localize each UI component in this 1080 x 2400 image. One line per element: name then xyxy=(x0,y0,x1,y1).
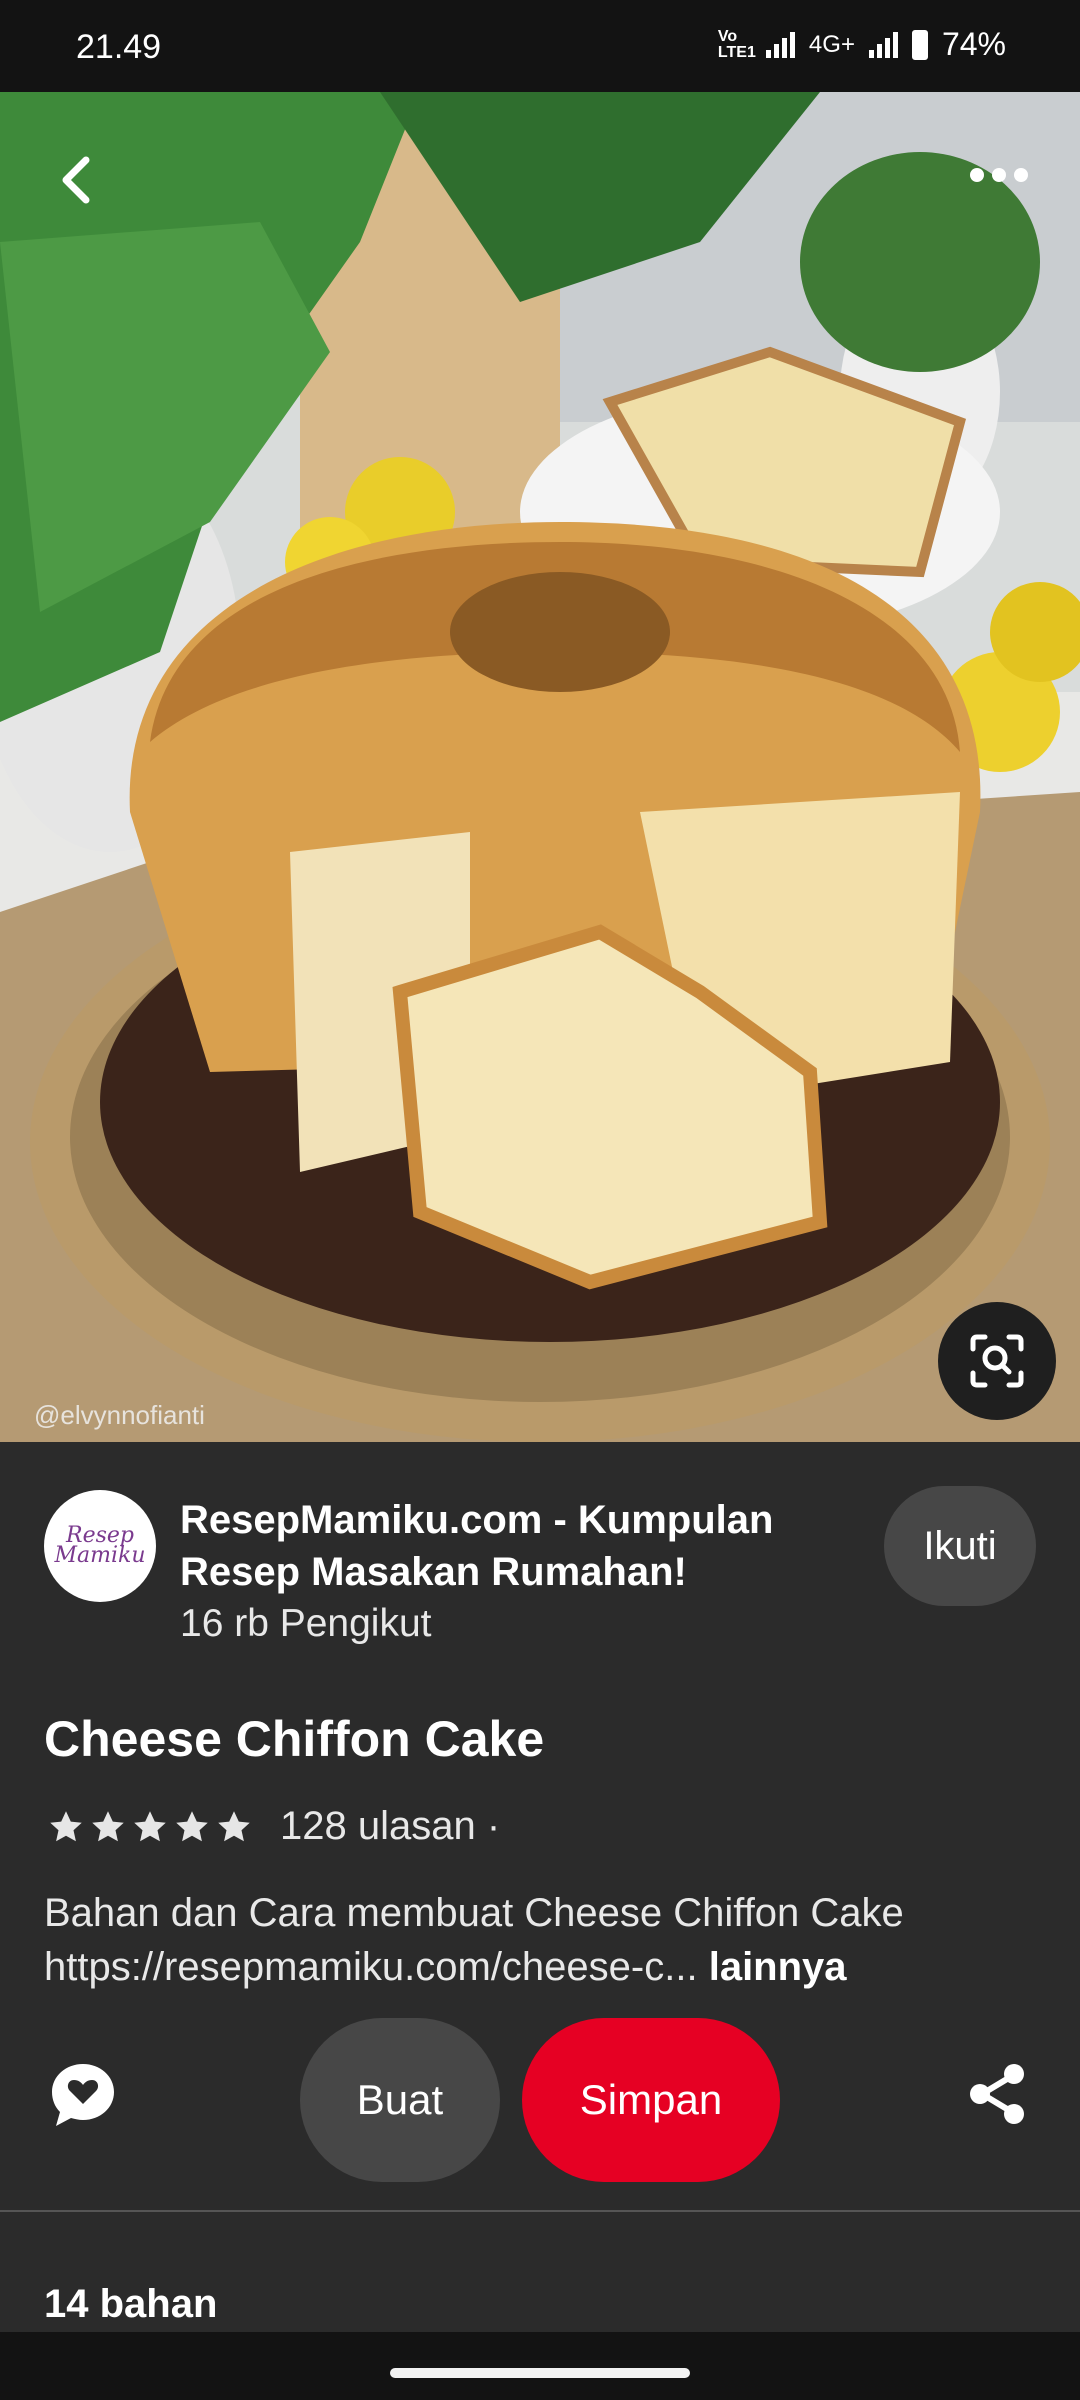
creator-avatar[interactable]: Resep Mamiku xyxy=(44,1490,156,1602)
cake-photo xyxy=(0,92,1080,1442)
network-type: 4G+ xyxy=(808,30,855,58)
status-time: 21.49 xyxy=(76,28,162,66)
battery-level: 74% xyxy=(941,26,1006,62)
home-indicator[interactable] xyxy=(390,2368,690,2378)
image-watermark: @elvynnofianti xyxy=(34,1400,205,1430)
creator-followers: 16 rb Pengikut xyxy=(180,1602,432,1645)
share-button[interactable] xyxy=(966,2062,1030,2126)
navigation-bar xyxy=(0,2332,1080,2400)
star-icon xyxy=(176,1810,208,1841)
comment-button[interactable] xyxy=(48,2060,118,2130)
section-divider xyxy=(0,2210,1080,2212)
follow-button[interactable]: Ikuti xyxy=(884,1486,1036,1606)
make-button[interactable]: Buat xyxy=(300,2018,500,2182)
pin-description: Bahan dan Cara membuat Cheese Chiffon Ca… xyxy=(44,1886,1044,1994)
battery-icon xyxy=(911,29,928,60)
more-options-button[interactable] xyxy=(954,140,1044,210)
star-icon xyxy=(134,1810,166,1841)
share-icon xyxy=(970,2064,1024,2124)
back-button[interactable] xyxy=(36,140,116,220)
rating-row[interactable]: 128 ulasan · xyxy=(48,1804,500,1849)
avatar-logo-text: Resep Mamiku xyxy=(54,1523,146,1568)
signal-icon xyxy=(765,31,795,58)
chevron-left-icon xyxy=(62,156,90,204)
pin-details: Resep Mamiku ResepMamiku.com - Kumpulan … xyxy=(0,1442,1080,2332)
star-icon xyxy=(50,1810,82,1841)
status-icons: Vo LTE1 4G+ 74% xyxy=(718,26,1006,63)
star-icon xyxy=(92,1810,124,1841)
review-count: 128 ulasan · xyxy=(280,1804,501,1848)
heart-bubble-icon xyxy=(52,2064,114,2126)
ingredients-count[interactable]: 14 bahan xyxy=(44,2282,217,2327)
visual-search-icon xyxy=(970,1334,1024,1388)
star-icon xyxy=(218,1810,250,1841)
visual-search-button[interactable] xyxy=(938,1302,1056,1420)
volte-indicator: Vo LTE1 xyxy=(717,27,756,61)
creator-name[interactable]: ResepMamiku.com - Kumpulan Resep Masakan… xyxy=(180,1494,820,1598)
more-horizontal-icon xyxy=(970,168,1028,182)
save-button[interactable]: Simpan xyxy=(522,2018,780,2182)
pin-image[interactable] xyxy=(0,92,1080,1442)
signal-2-icon xyxy=(868,31,898,58)
pin-title: Cheese Chiffon Cake xyxy=(44,1711,545,1767)
status-bar: 21.49 Vo LTE1 4G+ 74% xyxy=(0,0,1080,92)
more-link[interactable]: lainnya xyxy=(709,1945,847,1989)
